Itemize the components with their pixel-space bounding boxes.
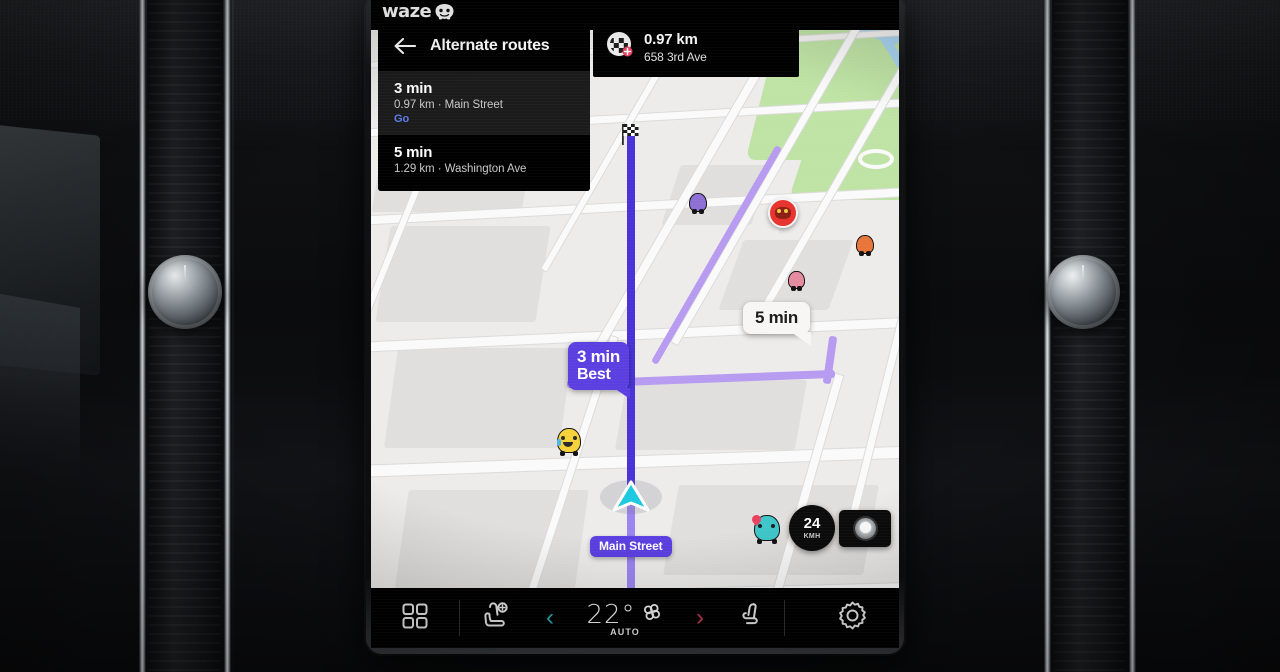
route-option-1-eta: 3 min [394,80,433,97]
settings-button[interactable] [785,588,899,648]
air-vent-right-chrome-left [1044,0,1051,672]
route-option-2[interactable]: 5 min 1.29 km · Washington Ave [378,135,590,191]
wazer-mood-purple-icon[interactable] [689,193,707,214]
temperature-line: 22° [586,600,663,630]
speedometer[interactable]: 24 KMH [789,505,835,551]
chevron-left-icon: ‹ [546,604,554,631]
best-route-callout[interactable]: 3 min Best [568,342,630,399]
apps-button[interactable] [371,588,459,648]
wazer-mood-teal-icon[interactable] [750,513,780,544]
best-route-tag: Best [577,366,611,384]
alternate-routes-title: Alternate routes [430,37,550,54]
destination-flag-icon [619,122,641,151]
route-best-upper[interactable] [627,134,635,494]
route-option-2-detail: 1.29 km · Washington Ave [394,163,527,175]
temperature-decrease-button[interactable]: ‹ [532,588,568,648]
route-option-1[interactable]: 3 min 0.97 km · Main Street Go [378,71,590,135]
speed-value: 24 [803,515,821,532]
fan-icon[interactable] [640,600,664,629]
air-vent-right-chrome-right [1129,0,1136,672]
destination-panel[interactable]: 0.97 km 658 3rd Ave [593,17,799,77]
back-arrow-icon[interactable] [394,37,417,55]
temperature-increase-button[interactable]: › [682,588,718,648]
air-vent-right-slats [1054,0,1126,672]
driver-seat-heater-button[interactable] [460,588,532,648]
report-button-icon [854,518,876,539]
screenshot-root: waze 3 min Best 5 min Main Street Altern… [0,0,1280,672]
auto-mode-label: AUTO [610,626,640,637]
route-option-1-go-link[interactable]: Go [394,113,574,125]
temperature-display[interactable]: 22° AUTO [568,588,682,648]
waze-wordmark: waze [382,1,432,22]
chevron-right-icon: › [696,604,704,631]
apps-grid-icon [402,603,428,634]
current-street-label: Main Street [590,536,672,557]
air-vent-right[interactable] [1030,0,1150,672]
report-button[interactable] [839,510,891,547]
destination-address: 658 3rd Ave [644,49,707,64]
air-vent-left-slats [149,0,221,672]
gear-icon [838,601,867,635]
checkered-flag-icon [607,31,633,63]
destination-text: 0.97 km 658 3rd Ave [644,31,707,64]
route-option-2-eta: 5 min [394,144,433,161]
infotainment-screen[interactable]: waze 3 min Best 5 min Main Street Altern… [371,0,899,648]
climate-control-bar[interactable]: ‹ 22° AUTO › [371,588,899,648]
wazer-mood-orange-icon[interactable] [856,235,874,256]
wazer-mood-yellow-icon[interactable] [557,428,581,456]
air-vent-left-chrome-left [139,0,146,672]
speed-unit: KMH [803,533,821,540]
air-vent-left[interactable] [125,0,245,672]
destination-distance: 0.97 km [644,30,698,48]
alternate-routes-panel[interactable]: Alternate routes 3 min 0.97 km · Main St… [378,21,590,191]
waze-smiley-icon [434,3,455,20]
best-route-eta: 3 min [577,347,620,366]
city-block [375,226,551,322]
temperature-value: 22° [586,599,636,630]
alternate-routes-header: Alternate routes [378,21,590,71]
city-block [383,348,574,448]
seat-icon [739,602,764,634]
seat-heater-icon [483,601,510,635]
city-block [614,380,808,450]
alt-route-eta: 5 min [755,308,798,327]
wazer-report-red-icon[interactable] [768,198,798,234]
route-option-1-detail: 0.97 km · Main Street [394,99,503,111]
waze-logo: waze [382,1,455,22]
wazer-mood-pink-icon[interactable] [788,271,805,291]
navigation-arrow-icon [612,480,650,519]
air-vent-left-knob-ring [148,255,222,329]
air-vent-left-chrome-right [224,0,231,672]
roundabout [858,149,894,169]
alt-route-callout[interactable]: 5 min [743,302,811,347]
passenger-seat-button[interactable] [718,588,784,648]
air-vent-right-knob-ring [1046,255,1120,329]
